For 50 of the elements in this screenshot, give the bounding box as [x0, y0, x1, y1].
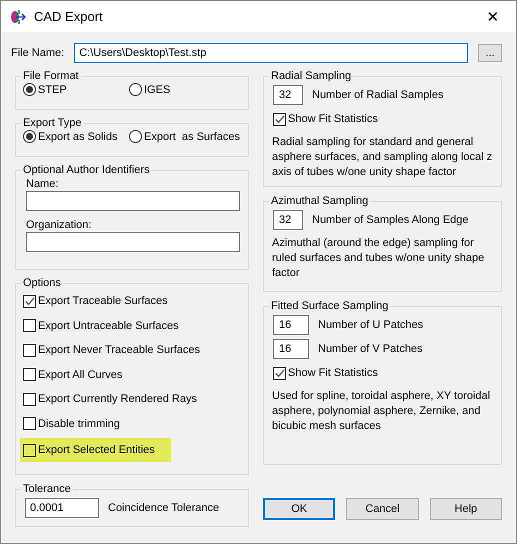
browse-button[interactable]: ... — [478, 44, 502, 62]
radio-option[interactable]: Export as Solids — [23, 130, 129, 143]
group-title: Options — [22, 277, 62, 289]
checkbox-option[interactable]: Show Fit Statistics — [273, 109, 380, 129]
field-label: Coincidence Tolerance — [108, 502, 220, 514]
number-field[interactable]: 32 — [273, 85, 303, 105]
field-label: Number of V Patches — [318, 343, 423, 355]
checkbox-option[interactable]: Export Never Traceable Surfaces — [23, 340, 202, 360]
radio-option[interactable]: STEP — [23, 83, 129, 96]
description-text: Used for spline, toroidal asphere, XY toroidal asphere, polynomial asphere, Zernike, and bicubic mesh surfaces — [272, 389, 492, 434]
field-label: Number of Radial Samples — [312, 89, 444, 101]
app-icon — [10, 8, 26, 24]
group-title: Optional Author Identifiers — [22, 164, 151, 176]
window-title: CAD Export — [34, 9, 104, 24]
group-title: Tolerance — [22, 483, 72, 495]
field-label: Name: — [26, 178, 60, 190]
group-title: Export Type — [22, 117, 82, 129]
field-label: Number of U Patches — [318, 319, 424, 331]
radio-option[interactable]: Export as Surfaces — [129, 130, 240, 143]
checkmark-icon — [274, 368, 285, 378]
field-label: Organization: — [26, 219, 92, 231]
group-title: File Format — [22, 70, 80, 82]
checkbox-option[interactable]: Disable trimming — [23, 414, 122, 434]
description-text: Radial sampling for standard and general asphere surfaces, and sampling along local z axis of tubes w/one unity shape factor — [272, 135, 494, 180]
checkbox-option[interactable]: Show Fit Statistics — [273, 363, 380, 383]
checkmark-icon — [274, 114, 285, 124]
description-text: Azimuthal (around the edge) sampling for ruled surfaces and tubes w/one unity shape factor — [272, 236, 486, 281]
dialog-button[interactable]: OK — [263, 498, 336, 520]
close-button[interactable]: ✕ — [470, 8, 516, 26]
field-label: Number of Samples Along Edge — [312, 214, 469, 226]
group-title: Radial Sampling — [270, 70, 352, 82]
file-name-label: File Name: — [11, 47, 64, 59]
dialog-button[interactable]: Help — [430, 498, 502, 520]
checkbox-option[interactable]: Export Currently Rendered Rays — [23, 389, 199, 409]
group-title: Azimuthal Sampling — [270, 195, 370, 207]
checkbox-option[interactable]: Export Untraceable Surfaces — [23, 316, 181, 336]
highlighted-checkbox-option[interactable]: Export Selected Entities — [20, 438, 171, 462]
number-field[interactable]: 16 — [273, 339, 309, 359]
dialog-button[interactable]: Cancel — [346, 498, 419, 520]
input-field[interactable] — [26, 191, 240, 211]
radio-option[interactable]: IGES — [129, 83, 170, 96]
number-field[interactable]: 16 — [273, 315, 309, 335]
file-name-field[interactable]: C:\Users\Desktop\Test.stp — [74, 43, 468, 63]
input-field[interactable] — [26, 232, 240, 252]
number-field[interactable]: 32 — [273, 210, 303, 230]
checkmark-icon — [24, 296, 35, 306]
checkbox-option[interactable]: Export Traceable Surfaces — [23, 291, 170, 311]
checkbox-option[interactable]: Export All Curves — [23, 364, 124, 384]
tolerance-field[interactable]: 0.0001 — [25, 498, 99, 518]
group-title: Fitted Surface Sampling — [270, 300, 390, 312]
